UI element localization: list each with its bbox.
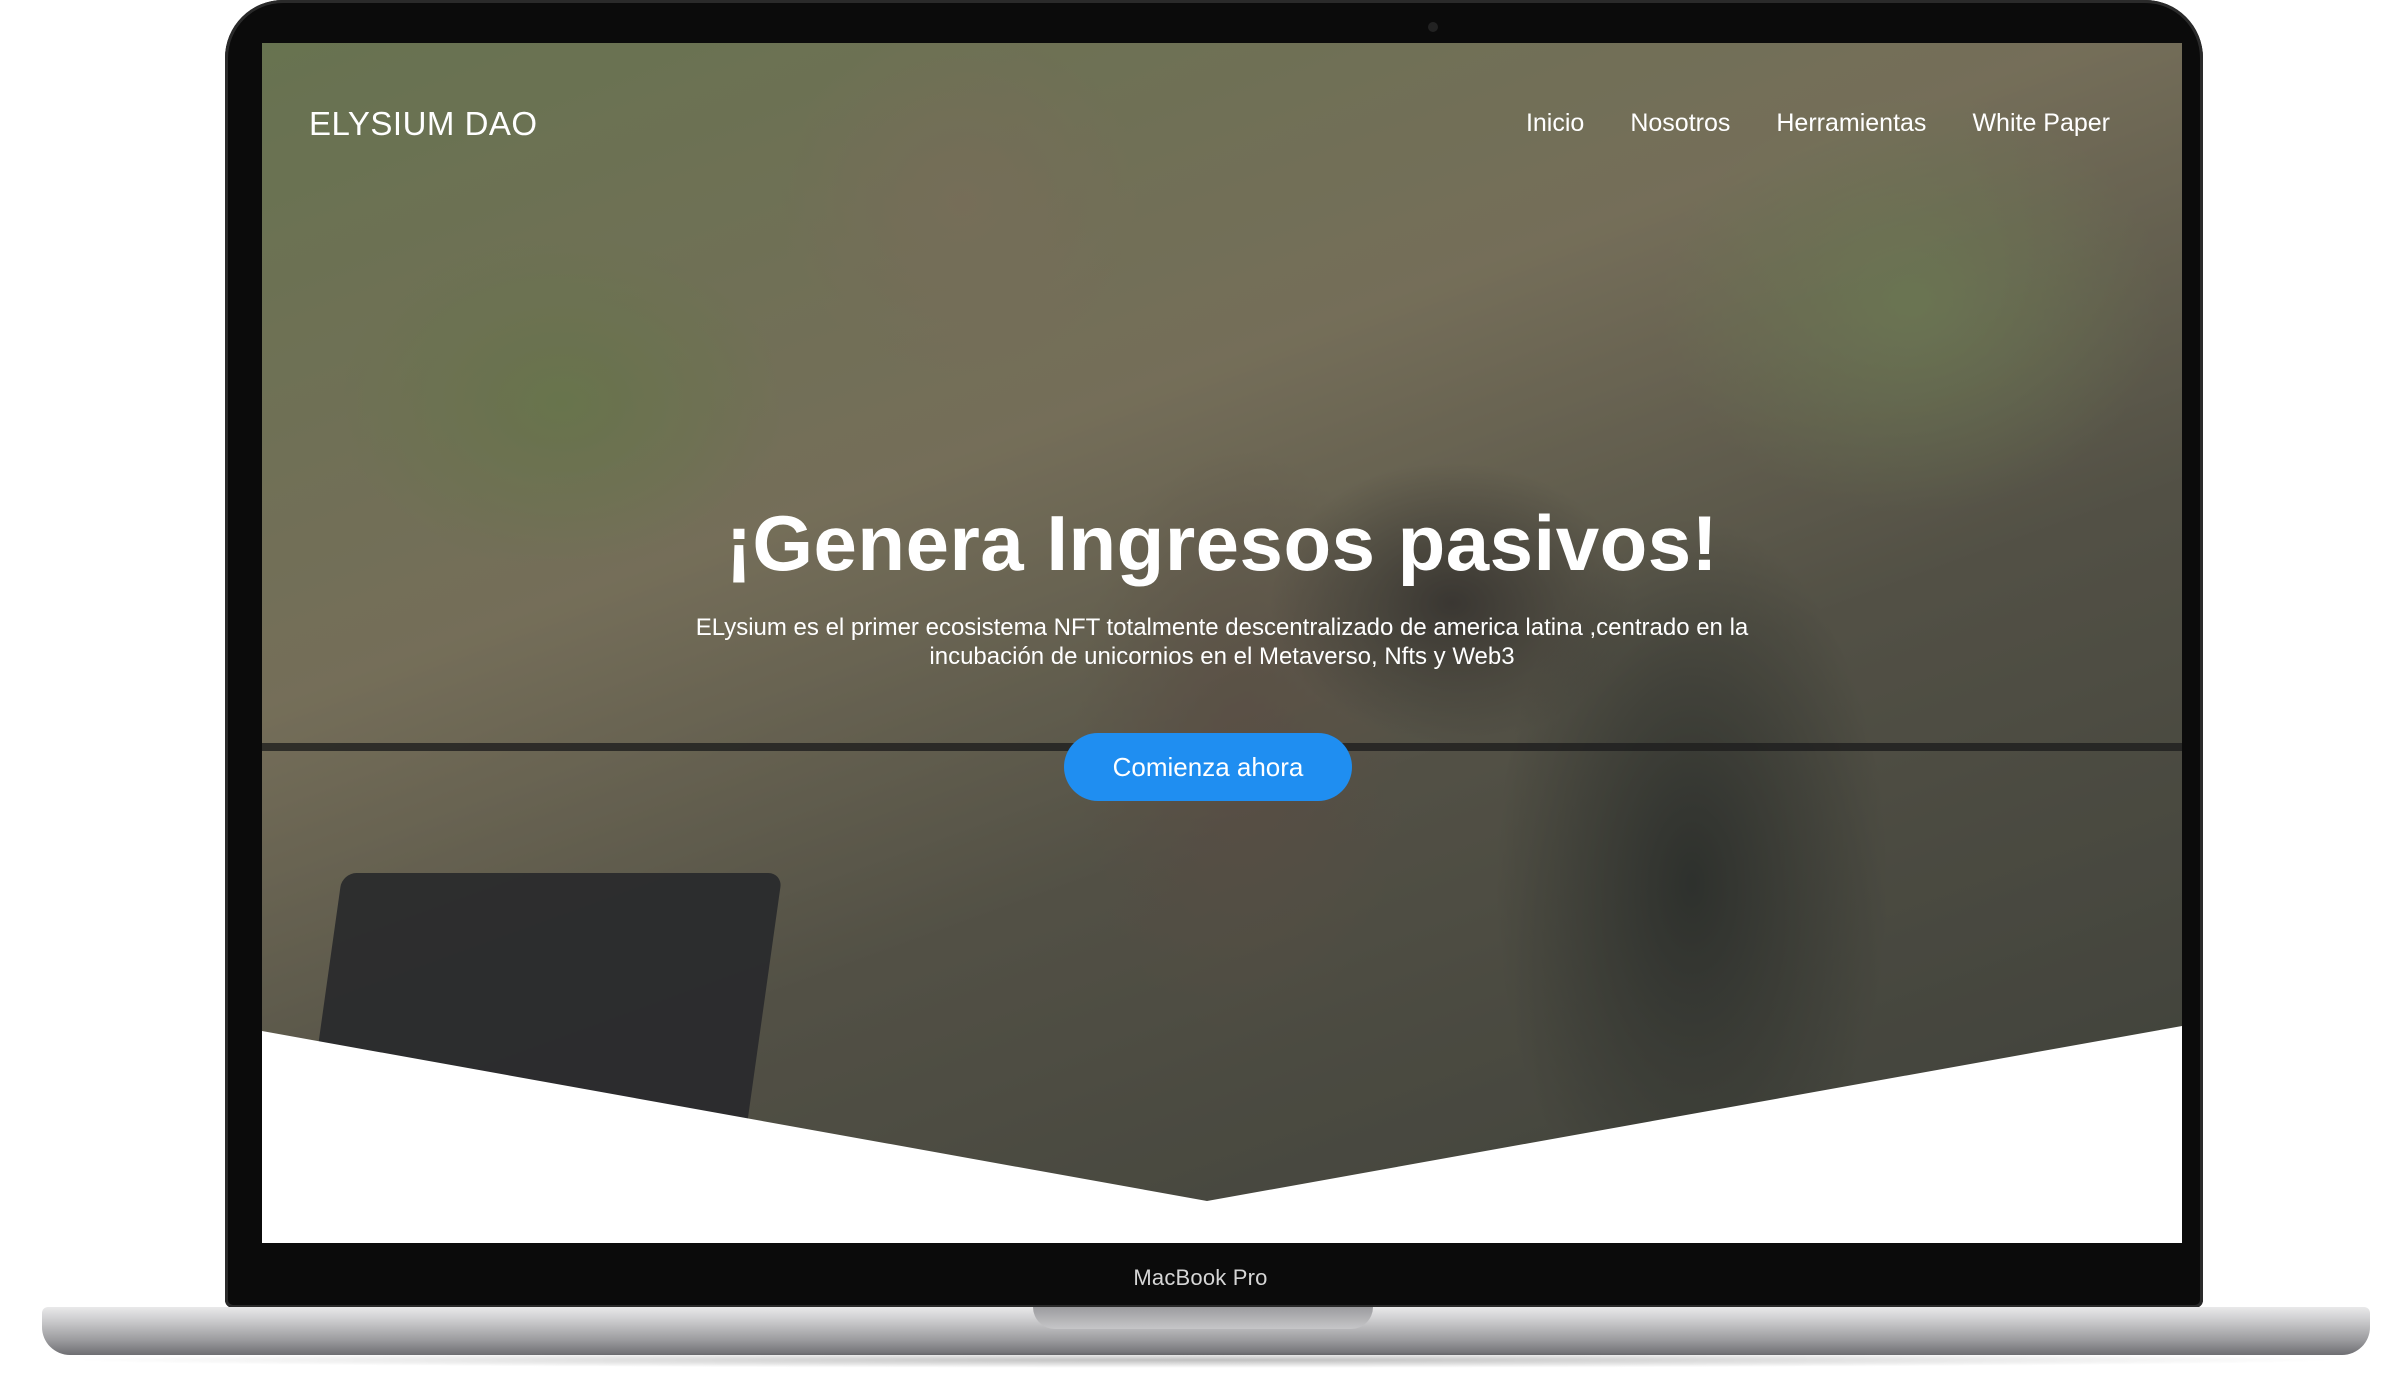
nav-item-nosotros[interactable]: Nosotros: [1630, 109, 1730, 138]
nav-item-white-paper[interactable]: White Paper: [1972, 109, 2110, 138]
get-started-button[interactable]: Comienza ahora: [1064, 733, 1352, 801]
top-navigation: ELYSIUM DAO Inicio Nosotros Herramientas…: [262, 43, 2182, 203]
hero-subtitle: ELysium es el primer ecosistema NFT tota…: [622, 613, 1822, 671]
hero-subtitle-line-2: incubación de unicornios en el Metaverso…: [929, 643, 1515, 670]
device-mockup: ELYSIUM DAO Inicio Nosotros Herramientas…: [0, 0, 2401, 1376]
nav-item-herramientas[interactable]: Herramientas: [1776, 109, 1926, 138]
bezel-label: MacBook Pro: [1133, 1265, 1268, 1290]
hero-title: ¡Genera Ingresos pasivos!: [725, 499, 1719, 587]
nav-item-inicio[interactable]: Inicio: [1526, 109, 1584, 138]
laptop-shadow: [60, 1352, 2350, 1368]
laptop-screen: ELYSIUM DAO Inicio Nosotros Herramientas…: [262, 43, 2182, 1243]
camera-icon: [1428, 22, 1438, 32]
nav-menu: Inicio Nosotros Herramientas White Paper: [1526, 109, 2110, 138]
brand-logo-text[interactable]: ELYSIUM DAO: [309, 105, 538, 143]
hero-section: ELYSIUM DAO Inicio Nosotros Herramientas…: [262, 43, 2182, 1243]
hero-subtitle-line-1: ELysium es el primer ecosistema NFT tota…: [695, 614, 1749, 641]
laptop-opening-notch: [1033, 1307, 1373, 1329]
